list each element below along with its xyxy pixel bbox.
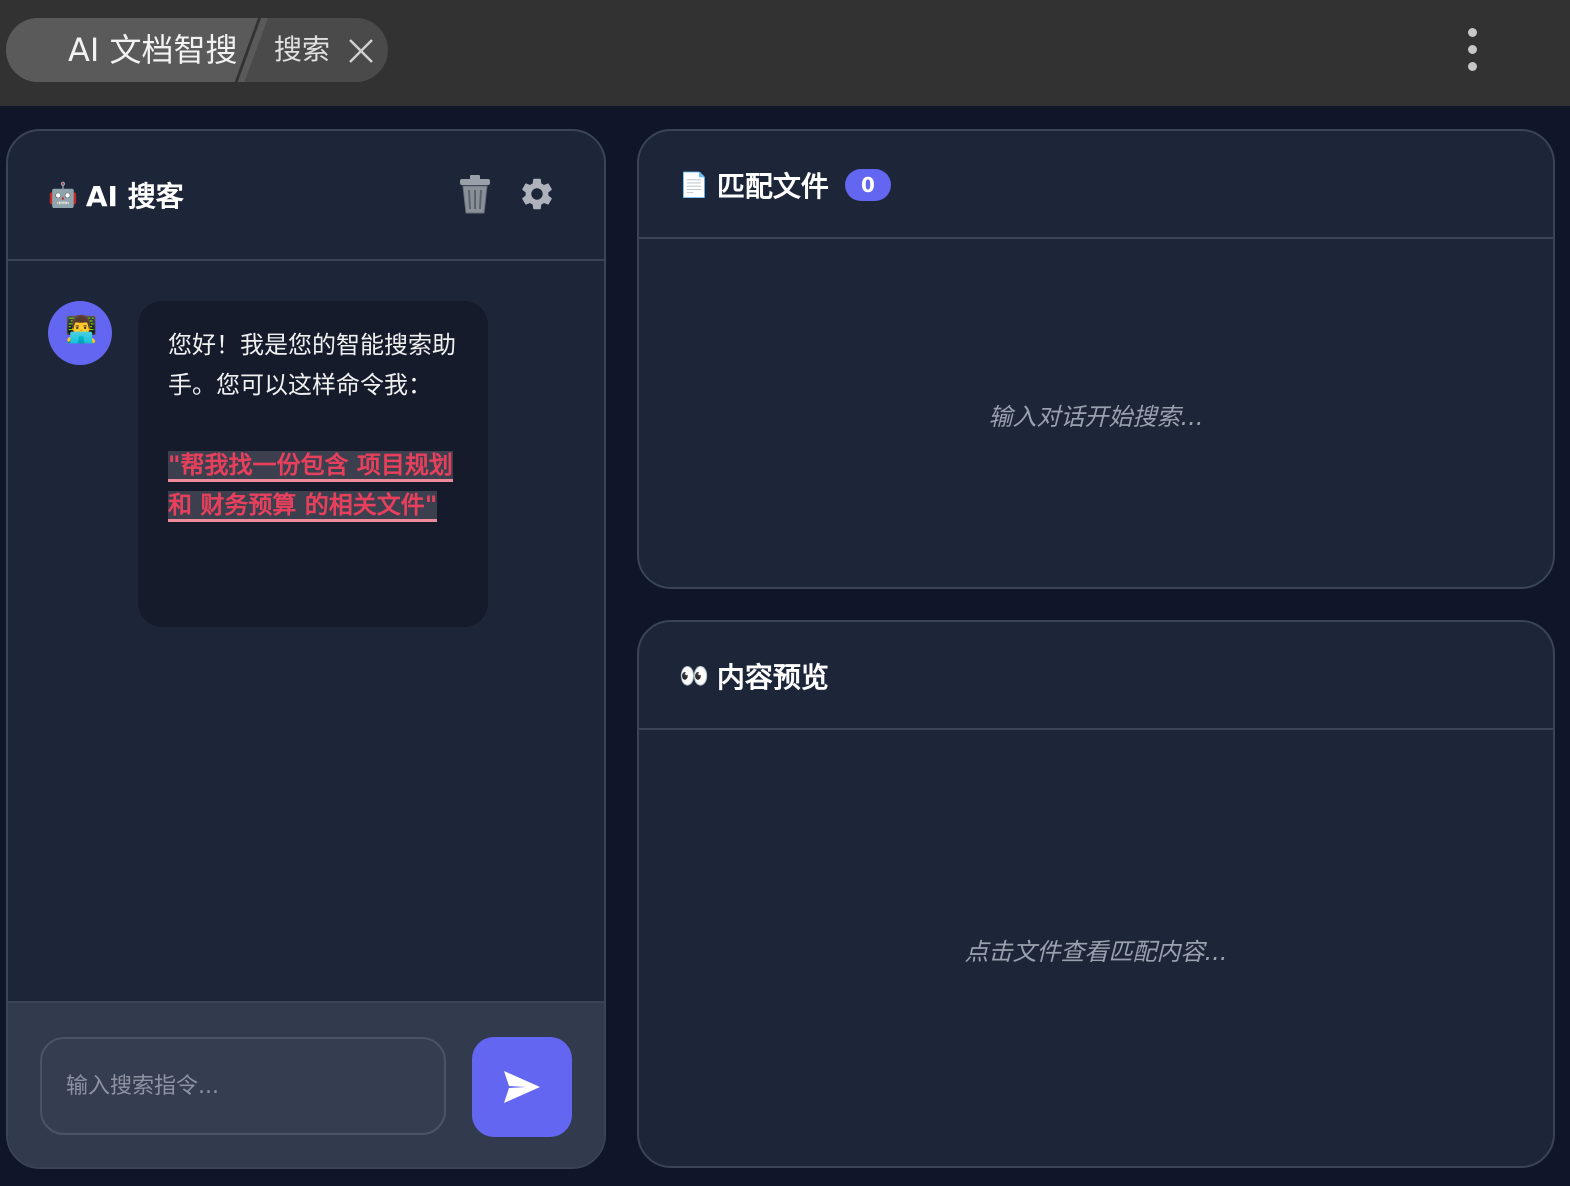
chat-header: 🤖 AI 搜客 bbox=[8, 131, 604, 261]
files-title: 📄 匹配文件 0 bbox=[679, 165, 891, 205]
example-command[interactable]: "帮我找一份包含 项目规划 和 财务预算 的相关文件" bbox=[168, 445, 458, 525]
gear-icon[interactable] bbox=[518, 175, 556, 213]
preview-header: 👀 内容预览 bbox=[639, 622, 1553, 730]
preview-title: 👀 内容预览 bbox=[679, 656, 829, 696]
files-title-label: 匹配文件 bbox=[716, 170, 829, 203]
greeting-text: 您好！我是您的智能搜索助手。您可以这样命令我： bbox=[168, 331, 456, 399]
files-empty-hint: 输入对话开始搜索... bbox=[988, 403, 1204, 431]
close-icon[interactable] bbox=[346, 36, 376, 66]
example-command-text: "帮我找一份包含 项目规划 和 财务预算 的相关文件" bbox=[168, 451, 453, 522]
chat-panel: 🤖 AI 搜客 👨‍💻 您好！我是您的智能搜索助手。您可以这样命令我： "帮我找… bbox=[6, 129, 606, 1169]
preview-panel: 👀 内容预览 点击文件查看匹配内容... bbox=[637, 620, 1555, 1168]
files-header: 📄 匹配文件 0 bbox=[639, 131, 1553, 239]
technologist-icon: 👨‍💻 bbox=[65, 315, 98, 345]
send-icon bbox=[504, 1071, 540, 1103]
files-panel: 📄 匹配文件 0 输入对话开始搜索... bbox=[637, 129, 1555, 589]
assistant-message: 您好！我是您的智能搜索助手。您可以这样命令我： "帮我找一份包含 项目规划 和 … bbox=[138, 301, 488, 627]
send-button[interactable] bbox=[472, 1037, 572, 1137]
trash-icon[interactable] bbox=[456, 175, 494, 215]
app-title: AI 文档智搜 bbox=[68, 31, 238, 69]
more-options-icon[interactable] bbox=[1458, 24, 1488, 76]
preview-empty-hint: 点击文件查看匹配内容... bbox=[964, 938, 1228, 966]
preview-title-label: 内容预览 bbox=[716, 661, 829, 694]
assistant-avatar: 👨‍💻 bbox=[48, 301, 112, 365]
robot-icon: 🤖 bbox=[48, 181, 78, 209]
top-bar: AI 文档智搜 搜索 bbox=[0, 0, 1570, 106]
tab-search[interactable]: 搜索 bbox=[274, 32, 330, 68]
eyes-icon: 👀 bbox=[679, 662, 709, 690]
chat-title: 🤖 AI 搜客 bbox=[48, 175, 184, 215]
chat-input-area bbox=[8, 1001, 604, 1167]
document-icon: 📄 bbox=[679, 171, 709, 199]
tab-group: AI 文档智搜 搜索 bbox=[6, 18, 388, 82]
search-input[interactable] bbox=[40, 1037, 446, 1135]
chat-title-label: AI 搜客 bbox=[85, 180, 184, 213]
file-count-badge: 0 bbox=[844, 169, 891, 201]
